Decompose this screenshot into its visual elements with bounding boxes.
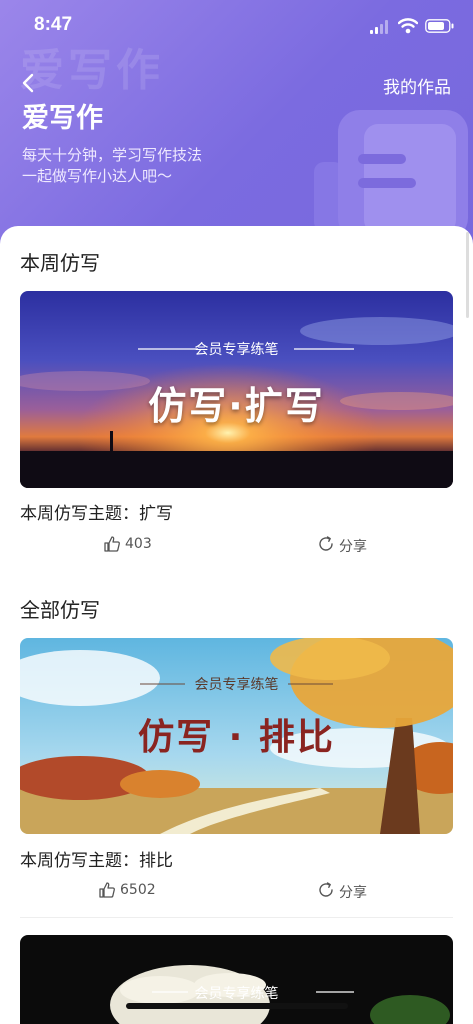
header: 爱写作 8:47 我的作品 爱写作 每天十分钟，学习写作技法 一起做写作小达人吧… <box>0 0 473 245</box>
subtitle-line-1: 每天十分钟，学习写作技法 <box>22 146 203 164</box>
share-refresh-icon[interactable] <box>317 535 335 553</box>
weekly-badge: 会员专享练笔 <box>194 342 279 358</box>
all-card-1-like-count: 6502 <box>120 882 156 898</box>
all-card-1-badge: 会员专享练笔 <box>194 677 279 693</box>
all-banner-2[interactable]: 会员专享练笔 <box>20 935 453 1024</box>
divider <box>20 917 453 918</box>
document-illustration <box>314 110 468 230</box>
wifi-icon <box>398 18 418 34</box>
status-time: 8:47 <box>34 14 73 35</box>
home-indicator <box>126 1003 348 1009</box>
page-title: 爱写作 <box>22 103 103 134</box>
share-refresh-icon[interactable] <box>317 881 335 899</box>
weekly-section-title: 本周仿写 <box>20 251 100 275</box>
subtitle-line-2: 一起做写作小达人吧～ <box>22 167 173 185</box>
all-card-1-banner-title: 仿写 · 排比 <box>138 717 335 758</box>
all-card-1-share-button[interactable]: 分享 <box>339 882 367 902</box>
weekly-banner[interactable]: 会员专享练笔 仿写·扩写 <box>20 291 453 488</box>
all-card-2-badge: 会员专享练笔 <box>194 986 279 1002</box>
weekly-like-count: 403 <box>125 536 152 552</box>
status-bar: 8:47 <box>0 0 473 52</box>
thumbs-up-icon[interactable] <box>103 535 121 553</box>
scrollbar[interactable] <box>466 232 469 318</box>
chrysanthemum-image <box>20 935 453 1024</box>
weekly-share-button[interactable]: 分享 <box>339 536 367 556</box>
weekly-topic: 本周仿写主题：扩写 <box>20 504 173 524</box>
signal-icon <box>370 20 388 34</box>
thumbs-up-icon[interactable] <box>98 881 116 899</box>
back-chevron-icon[interactable] <box>18 72 40 94</box>
battery-icon <box>425 19 454 33</box>
weekly-banner-title: 仿写·扩写 <box>148 384 325 428</box>
all-banner-1[interactable]: 会员专享练笔 仿写 · 排比 <box>20 638 453 834</box>
my-works-button[interactable]: 我的作品 <box>383 73 451 98</box>
all-section-title: 全部仿写 <box>20 598 100 622</box>
all-card-1-topic: 本周仿写主题：排比 <box>20 851 173 871</box>
